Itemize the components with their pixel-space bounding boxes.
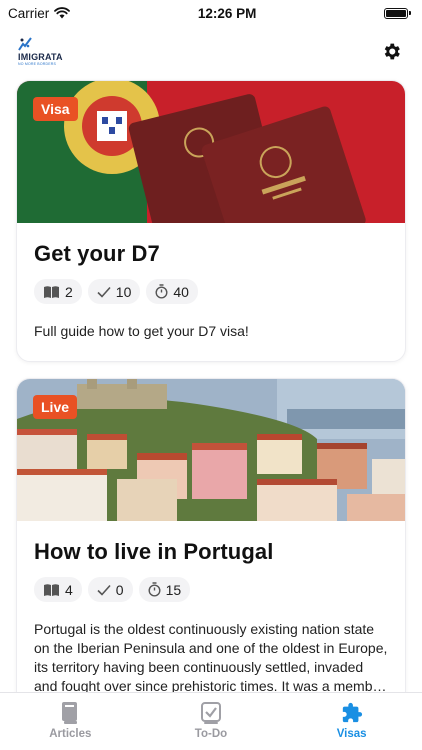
- puzzle-icon: [342, 702, 362, 723]
- status-time: 12:26 PM: [197, 5, 257, 21]
- carrier-group: Carrier: [8, 5, 71, 21]
- todo-count: 10: [115, 283, 132, 300]
- card-how-to-live-in-portugal[interactable]: Live How to live in Portugal 4 0 15 Port…: [16, 378, 406, 692]
- stopwatch-icon: [148, 582, 161, 597]
- book-icon: [62, 702, 78, 724]
- card-description: Portugal is the oldest continuously exis…: [34, 621, 388, 692]
- checkmark-icon: [97, 584, 111, 596]
- tab-todo[interactable]: To-Do: [151, 701, 271, 740]
- visa-list: Visa Get your D7 2 10 40 Full guide how …: [0, 76, 422, 692]
- tab-label: To-Do: [194, 728, 228, 740]
- app-logo: IMIGRATA NO MORE BORDERS: [18, 36, 63, 66]
- card-title: How to live in Portugal: [34, 539, 274, 564]
- duration-badge: 15: [138, 577, 191, 602]
- todo-count-badge: 10: [87, 279, 141, 304]
- tab-articles[interactable]: Articles: [10, 701, 130, 740]
- battery-icon: [383, 7, 411, 19]
- todo-count: 0: [115, 581, 124, 598]
- card-description: Full guide how to get your D7 visa!: [34, 323, 249, 339]
- card-image-lisbon: Live: [17, 379, 405, 521]
- card-stats: 4 0 15: [34, 577, 388, 602]
- gear-icon: [384, 43, 400, 59]
- articles-count: 4: [65, 581, 73, 598]
- book-icon: [44, 583, 59, 596]
- checklist-icon: [200, 702, 221, 724]
- logo-name: IMIGRATA: [18, 51, 63, 62]
- settings-button[interactable]: [378, 38, 404, 64]
- category-tag: Visa: [33, 97, 78, 121]
- wifi-icon: [54, 7, 71, 19]
- duration-minutes: 40: [173, 283, 189, 300]
- articles-count-badge: 2: [34, 279, 82, 304]
- tab-label: Visas: [336, 728, 367, 740]
- app-header: IMIGRATA NO MORE BORDERS: [0, 26, 422, 76]
- card-image-passports: Visa: [17, 81, 405, 223]
- todo-count-badge: 0: [87, 577, 133, 602]
- status-bar: Carrier 12:26 PM: [0, 0, 422, 26]
- book-icon: [44, 285, 59, 298]
- card-title: Get your D7: [34, 241, 160, 266]
- tab-visas[interactable]: Visas: [292, 701, 412, 740]
- articles-count: 2: [65, 283, 73, 300]
- articles-count-badge: 4: [34, 577, 82, 602]
- logo-icon: [18, 36, 32, 51]
- card-get-your-d7[interactable]: Visa Get your D7 2 10 40 Full guide how …: [16, 80, 406, 362]
- stopwatch-icon: [155, 284, 168, 299]
- card-stats: 2 10 40: [34, 279, 388, 304]
- duration-minutes: 15: [165, 581, 182, 598]
- duration-badge: 40: [146, 279, 198, 304]
- tab-bar: Articles To-Do Visas: [0, 692, 422, 750]
- category-tag: Live: [33, 395, 78, 419]
- carrier-label: Carrier: [8, 5, 50, 21]
- tab-label: Articles: [49, 728, 92, 740]
- checkmark-icon: [97, 286, 111, 298]
- logo-tagline: NO MORE BORDERS: [18, 61, 57, 66]
